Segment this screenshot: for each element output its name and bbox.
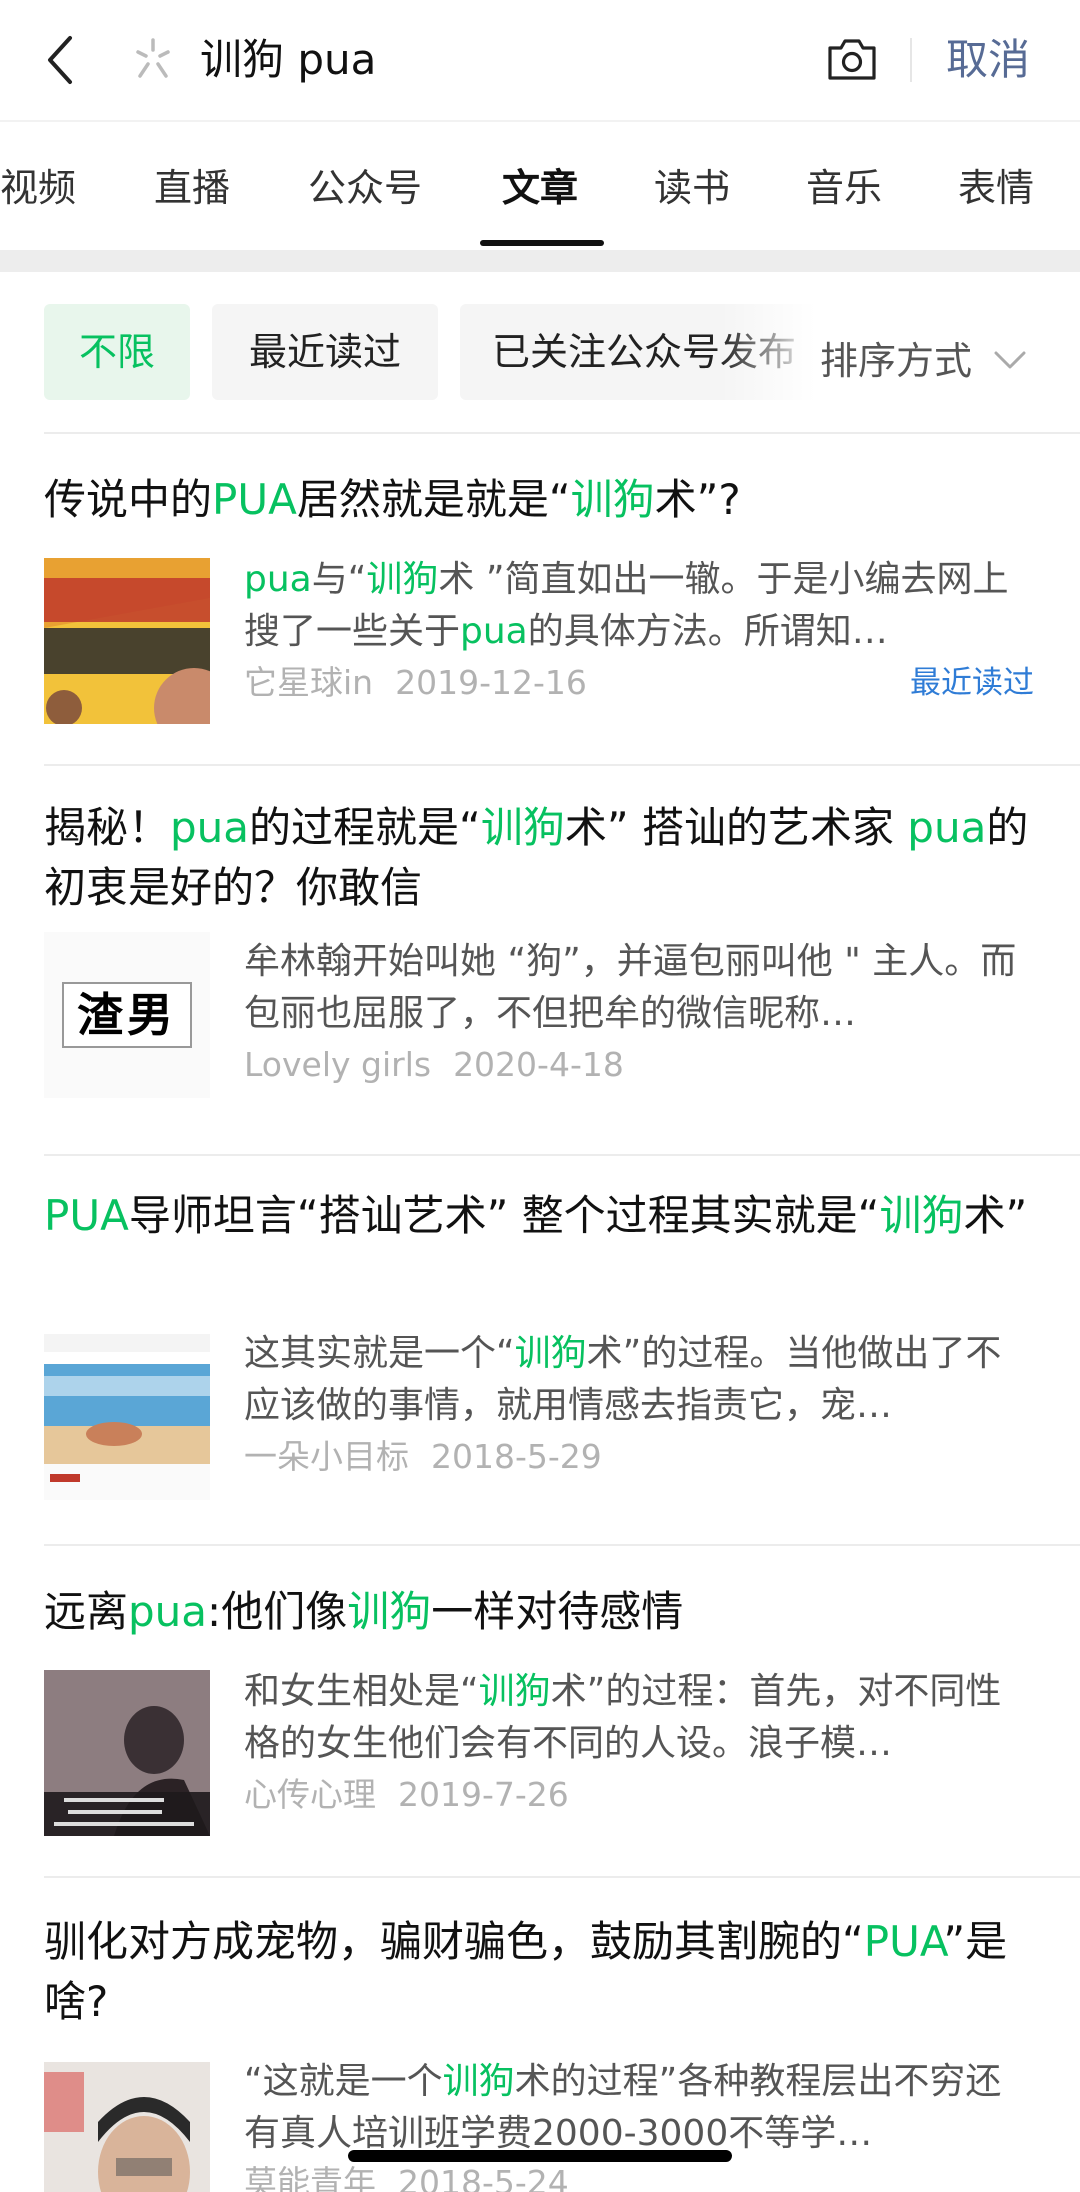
text-segment: 术” 搭讪的艺术家 bbox=[564, 803, 908, 852]
tab-live[interactable]: 直播 bbox=[154, 162, 230, 214]
article-source[interactable]: 心传心理 bbox=[244, 1775, 376, 1814]
text-segment: 的过程就是“ bbox=[249, 803, 481, 852]
thumbnail-image bbox=[44, 1670, 210, 1836]
article-thumbnail bbox=[44, 558, 210, 724]
article-title[interactable]: 驯化对方成宠物，骗财骗色，鼓励其割腕的“PUA”是啥? bbox=[44, 1912, 1044, 2032]
search-header: 训狗 pua 取消 bbox=[0, 0, 1080, 120]
article-meta: 心传心理 2019-7-26 bbox=[244, 1772, 569, 1818]
article-date: 2020-4-18 bbox=[453, 1045, 624, 1084]
keyword-highlight: pua bbox=[907, 803, 987, 852]
keyword-highlight: 训狗 bbox=[366, 559, 439, 600]
text-segment: 术” bbox=[963, 1191, 1028, 1240]
cancel-button[interactable]: 取消 bbox=[946, 30, 1030, 90]
text-segment: 术”? bbox=[654, 475, 741, 524]
article-title[interactable]: 远离pua:他们像训狗一样对待感情 bbox=[44, 1582, 1044, 1642]
keyword-highlight: 训狗 bbox=[879, 1191, 964, 1240]
tab-stickers[interactable]: 表情 bbox=[958, 162, 1034, 214]
text-segment: 与“ bbox=[311, 559, 367, 600]
article-source[interactable]: 它星球in bbox=[244, 663, 373, 702]
article-date: 2019-7-26 bbox=[398, 1775, 569, 1814]
search-input[interactable]: 训狗 pua bbox=[200, 30, 376, 90]
text-segment: 和女生相处是“ bbox=[244, 1671, 479, 1712]
article-thumbnail bbox=[44, 1334, 210, 1500]
tab-books[interactable]: 读书 bbox=[654, 162, 730, 214]
keyword-highlight: PUA bbox=[44, 1191, 129, 1240]
article-snippet: 这其实就是一个“训狗术”的过程。当他做出了不应该做的事情，就用情感去指责它，宠… bbox=[244, 1328, 1034, 1432]
thumbnail-image bbox=[44, 558, 210, 724]
tab-articles[interactable]: 文章 bbox=[502, 162, 578, 214]
article-item[interactable]: 揭秘！pua的过程就是“训狗术” 搭讪的艺术家 pua的初衷是好的？你敢信 渣男… bbox=[0, 766, 1080, 1142]
thumbnail-image bbox=[44, 1334, 210, 1500]
article-meta: 它星球in 2019-12-16 bbox=[244, 660, 587, 706]
article-source[interactable]: Lovely girls bbox=[244, 1045, 431, 1084]
tab-video[interactable]: 视频 bbox=[0, 162, 76, 214]
article-snippet: pua与“训狗术 ”简直如出一辙。于是小编去网上搜了一些关于pua的具体方法。所… bbox=[244, 554, 1034, 658]
article-source[interactable]: 莫能青年 bbox=[244, 2163, 376, 2192]
recently-read-tag: 最近读过 bbox=[910, 665, 1034, 701]
text-segment: 导师坦言“搭讪艺术” 整个过程其实就是“ bbox=[128, 1191, 880, 1240]
article-date: 2018-5-24 bbox=[398, 2163, 569, 2192]
active-tab-indicator bbox=[480, 240, 604, 246]
keyword-highlight: PUA bbox=[863, 1917, 944, 1966]
text-segment: :他们像 bbox=[207, 1587, 348, 1636]
article-title[interactable]: PUA导师坦言“搭讪艺术” 整个过程其实就是“训狗术” bbox=[44, 1186, 1044, 1246]
filter-chip-recently-read[interactable]: 最近读过 bbox=[212, 304, 438, 400]
article-item[interactable]: 传说中的PUA居然就是就是“训狗术”? pua与“训狗术 ”简直如出一辙。于是小… bbox=[0, 434, 1080, 764]
back-arrow-icon[interactable] bbox=[40, 30, 80, 90]
keyword-highlight: PUA bbox=[212, 475, 297, 524]
keyword-highlight: pua bbox=[460, 611, 528, 652]
text-segment: 远离 bbox=[44, 1587, 129, 1636]
text-segment: 传说中的 bbox=[44, 475, 213, 524]
category-tabs: 视频 直播 公众号 文章 读书 音乐 表情 bbox=[0, 120, 1080, 250]
article-thumbnail bbox=[44, 1670, 210, 1836]
text-segment: 的具体方法。所谓知… bbox=[527, 611, 888, 652]
article-item[interactable]: 远离pua:他们像训狗一样对待感情 和女生相处是“训狗术”的过程：首先，对不同性… bbox=[0, 1546, 1080, 1876]
article-thumbnail bbox=[44, 2062, 210, 2192]
text-segment: 驯化对方成宠物，骗财骗色，鼓励其割腕的“ bbox=[44, 1917, 864, 1966]
filter-chip-all[interactable]: 不限 bbox=[44, 304, 190, 400]
tab-official-accounts[interactable]: 公众号 bbox=[308, 162, 422, 214]
keyword-highlight: 训狗 bbox=[480, 803, 565, 852]
article-source[interactable]: 一朵小目标 bbox=[244, 1437, 409, 1476]
article-snippet: “这就是一个训狗术的过程”各种教程层出不穷还有真人培训班学费2000-3000不… bbox=[244, 2056, 1034, 2160]
keyword-highlight: pua bbox=[244, 559, 312, 600]
article-meta: 莫能青年 2018-5-24 bbox=[244, 2160, 569, 2192]
article-item[interactable]: 驯化对方成宠物，骗财骗色，鼓励其割腕的“PUA”是啥? “这就是一个训狗术的过程… bbox=[0, 1878, 1080, 2192]
home-indicator bbox=[348, 2150, 732, 2162]
article-date: 2018-5-29 bbox=[431, 1437, 602, 1476]
wechat-search-logo-icon bbox=[136, 38, 170, 78]
article-snippet: 牟林翰开始叫她 “狗”，并逼包丽叫他 " 主人。而包丽也屈服了，不但把牟的微信昵… bbox=[244, 936, 1034, 1040]
keyword-highlight: 训狗 bbox=[347, 1587, 432, 1636]
article-title[interactable]: 传说中的PUA居然就是就是“训狗术”? bbox=[44, 470, 1044, 530]
keyword-highlight: 训狗 bbox=[570, 475, 655, 524]
text-segment: “这就是一个 bbox=[244, 2061, 443, 2102]
thumbnail-image bbox=[44, 2062, 210, 2192]
thumbnail-text: 渣男 bbox=[62, 982, 192, 1048]
article-snippet: 和女生相处是“训狗术”的过程：首先，对不同性格的女生他们会有不同的人设。浪子模… bbox=[244, 1666, 1034, 1770]
tab-music[interactable]: 音乐 bbox=[806, 162, 882, 214]
keyword-highlight: pua bbox=[170, 803, 250, 852]
article-meta: Lovely girls 2020-4-18 bbox=[244, 1042, 624, 1088]
keyword-highlight: 训狗 bbox=[514, 1333, 587, 1374]
text-segment: 牟林翰开始叫她 “狗”，并逼包丽叫他 " 主人。而包丽也屈服了，不但把牟的微信昵… bbox=[244, 941, 1017, 1034]
text-segment: 居然就是就是“ bbox=[296, 475, 571, 524]
article-thumbnail: 渣男 bbox=[44, 932, 210, 1098]
filter-bar: 不限 最近读过 已关注公众号发布 排序方式 bbox=[0, 272, 1080, 432]
text-segment: 这其实就是一个“ bbox=[244, 1333, 515, 1374]
sort-button[interactable]: 排序方式 bbox=[820, 336, 973, 386]
article-title[interactable]: 揭秘！pua的过程就是“训狗术” 搭讪的艺术家 pua的初衷是好的？你敢信 bbox=[44, 798, 1044, 918]
chevron-down-icon[interactable] bbox=[990, 340, 1030, 380]
keyword-highlight: 训狗 bbox=[442, 2061, 515, 2102]
keyword-highlight: 训狗 bbox=[478, 1671, 551, 1712]
article-date: 2019-12-16 bbox=[395, 663, 587, 702]
article-item[interactable]: PUA导师坦言“搭讪艺术” 整个过程其实就是“训狗术” 这其实就是一个“训狗术”… bbox=[0, 1156, 1080, 1542]
text-segment: 揭秘！ bbox=[44, 803, 171, 852]
camera-icon[interactable] bbox=[826, 36, 878, 82]
article-meta: 一朵小目标 2018-5-29 bbox=[244, 1434, 602, 1480]
text-segment: 一样对待感情 bbox=[431, 1587, 684, 1636]
keyword-highlight: pua bbox=[128, 1587, 208, 1636]
section-separator bbox=[0, 250, 1080, 272]
header-divider bbox=[910, 38, 912, 82]
